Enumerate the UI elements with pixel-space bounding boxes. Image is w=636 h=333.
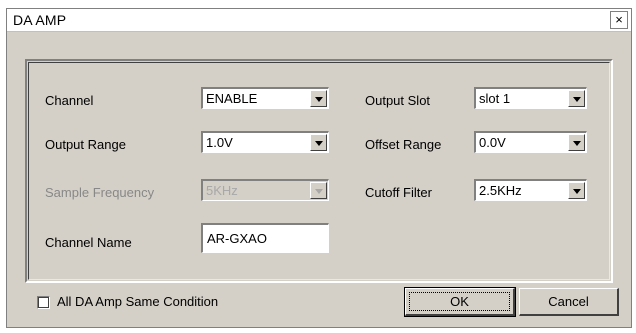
channel-name-label: Channel Name	[45, 235, 132, 250]
sample-frequency-select: 5KHz	[201, 179, 329, 201]
offset-range-value: 0.0V	[479, 135, 506, 150]
output-slot-value: slot 1	[479, 91, 511, 106]
channel-value: ENABLE	[206, 91, 258, 106]
chevron-down-icon	[310, 182, 327, 199]
same-condition-label[interactable]: All DA Amp Same Condition	[57, 294, 218, 309]
chevron-down-icon[interactable]	[568, 90, 585, 107]
ok-button[interactable]: OK	[404, 287, 516, 317]
cutoff-filter-select[interactable]: 2.5KHz	[474, 179, 587, 201]
cutoff-filter-value: 2.5KHz	[479, 183, 522, 198]
channel-select[interactable]: ENABLE	[201, 87, 329, 109]
same-condition-checkbox[interactable]	[37, 296, 50, 309]
window-title: DA AMP	[13, 12, 67, 28]
output-slot-label: Output Slot	[365, 93, 431, 108]
output-range-select[interactable]: 1.0V	[201, 131, 329, 153]
cancel-button-label: Cancel	[548, 294, 589, 309]
chevron-down-icon[interactable]	[310, 134, 327, 151]
output-range-label: Output Range	[45, 137, 126, 152]
channel-name-value: AR-GXAO	[207, 231, 267, 246]
offset-range-select[interactable]: 0.0V	[474, 131, 587, 153]
title-bar[interactable]: DA AMP ×	[7, 9, 631, 32]
channel-name-input[interactable]: AR-GXAO	[201, 223, 329, 253]
channel-label: Channel	[45, 93, 94, 108]
chevron-down-icon[interactable]	[310, 90, 327, 107]
output-slot-select[interactable]: slot 1	[474, 87, 587, 109]
cutoff-filter-label: Cutoff Filter	[365, 185, 432, 200]
sample-frequency-label: Sample Frequency	[45, 185, 155, 200]
da-amp-dialog: DA AMP × Channel ENABLE Output Range 1.0…	[6, 8, 632, 328]
focus-ring	[409, 292, 510, 311]
output-range-value: 1.0V	[206, 135, 233, 150]
sample-frequency-value: 5KHz	[206, 183, 238, 198]
chevron-down-icon[interactable]	[568, 134, 585, 151]
close-icon[interactable]: ×	[610, 11, 628, 29]
chevron-down-icon[interactable]	[568, 182, 585, 199]
offset-range-label: Offset Range	[365, 137, 442, 152]
cancel-button[interactable]: Cancel	[519, 288, 619, 316]
